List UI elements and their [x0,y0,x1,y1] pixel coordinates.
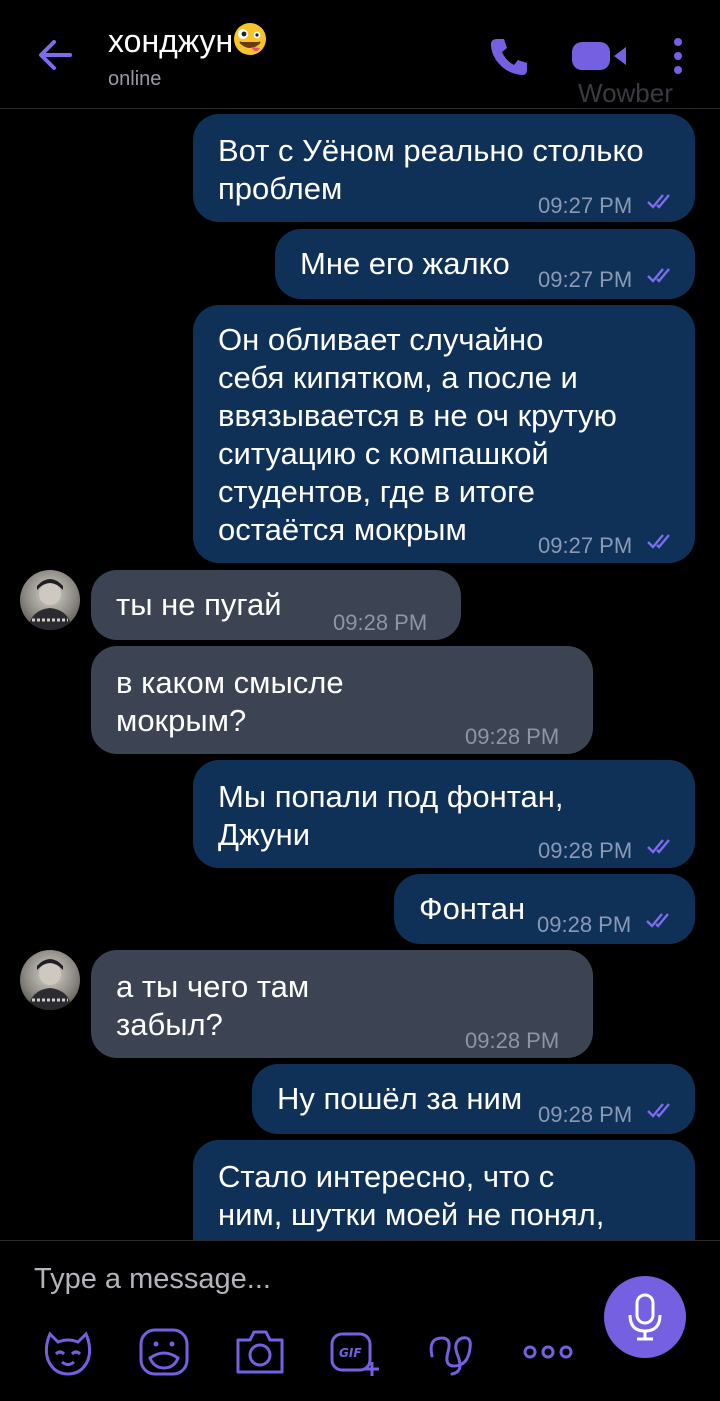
sticker-icon[interactable] [40,1326,96,1378]
message-time: 09:28 PM [465,724,560,749]
contact-avatar[interactable] [20,570,80,630]
emoji-face-icon[interactable] [136,1326,192,1378]
zany-face-emoji-icon [234,23,267,55]
message-bubble[interactable]: Мне его жалко 09:27 PM [275,229,695,299]
message-bubble[interactable]: в каком смысле мокрым? 09:28 PM [91,646,593,754]
read-ticks-icon [647,1103,670,1118]
message-text: в каком смысле мокрым? [116,665,344,738]
microphone-icon [628,1293,662,1341]
camera-icon[interactable] [232,1326,288,1378]
message-text: ты не пугай [116,587,282,622]
message-text: Он обливает случайно себя кипятком, а по… [218,322,617,547]
message-time: 09:28 PM [333,610,428,635]
message-text: Ну пошёл за ним [277,1081,523,1116]
message-input[interactable]: Type a message... [34,1263,271,1296]
message-time: 09:28 PM [465,1028,560,1053]
svg-text:GIF: GIF [339,1346,362,1360]
message-bubble[interactable]: Мы попали под фонтан, Джуни 09:28 PM [193,760,695,868]
contact-name[interactable]: хонджун [108,22,267,60]
overflow-menu-icon[interactable] [668,36,688,76]
chat-header: хонджун online Wowber [0,0,720,109]
message-list[interactable]: Вот с Уёном реально столько проблем 09:2… [0,109,720,1240]
message-time: 09:28 PM [538,1102,633,1127]
doodle-icon[interactable] [424,1326,480,1378]
more-options-icon[interactable] [520,1326,576,1378]
message-bubble[interactable]: Он обливает случайно себя кипятком, а по… [193,305,695,563]
read-ticks-icon [647,839,670,854]
online-status: online [108,68,162,90]
message-time: 09:27 PM [538,533,633,558]
phone-call-icon[interactable] [488,36,530,78]
read-ticks-icon [647,534,670,549]
message-bubble[interactable]: а ты чего там забыл? 09:28 PM [91,950,593,1058]
gif-add-icon[interactable]: GIF [328,1326,384,1378]
read-ticks-icon [647,268,670,283]
message-bubble[interactable]: ты не пугай 09:28 PM [91,570,461,640]
message-text: Мы попали под фонтан, Джуни [218,779,564,852]
message-text: а ты чего там забыл? [116,969,310,1042]
message-text: Мне его жалко [300,246,510,281]
contact-avatar[interactable] [20,950,80,1010]
read-ticks-icon [646,913,669,928]
message-bubble[interactable]: Вот с Уёном реально столько проблем 09:2… [193,114,695,222]
microphone-button[interactable] [604,1276,686,1358]
message-bubble[interactable]: Ну пошёл за ним 09:28 PM [252,1064,695,1134]
read-ticks-icon [647,194,670,209]
message-time: 09:27 PM [538,267,633,292]
message-text: Фонтан [419,891,526,926]
message-time: 09:28 PM [537,912,632,937]
watermark: Wowber [578,78,673,108]
back-arrow-icon[interactable] [34,34,76,76]
contact-name-text: хонджун [108,23,234,59]
message-bubble[interactable]: Фонтан 09:28 PM [394,874,695,944]
message-bubble[interactable]: Стало интересно, что с ним, шутки моей н… [193,1140,695,1240]
video-call-icon[interactable] [570,38,628,74]
message-text: Стало интересно, что с ним, шутки моей н… [218,1159,605,1232]
message-time: 09:27 PM [538,193,633,218]
message-time: 09:28 PM [538,838,633,863]
